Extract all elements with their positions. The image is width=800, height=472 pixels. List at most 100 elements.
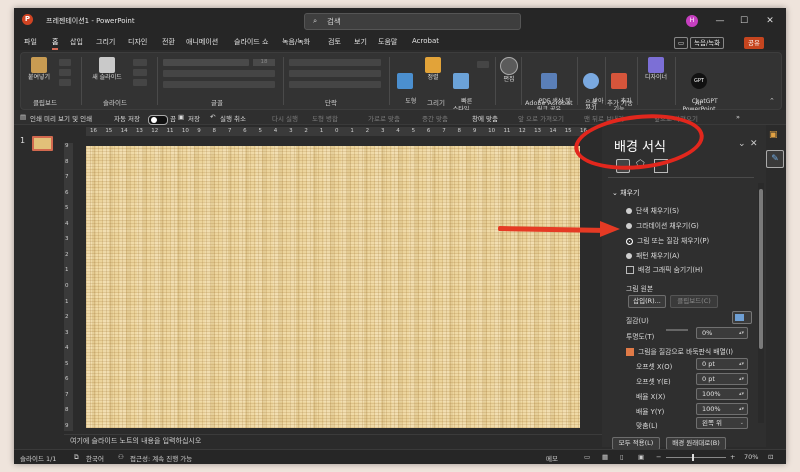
avatar[interactable]: H bbox=[686, 15, 698, 27]
tab-file[interactable]: 파일 bbox=[24, 37, 37, 47]
scale-y-input[interactable]: 100% ▴▾ bbox=[696, 403, 748, 415]
radio-solid-fill[interactable]: 단색 채우기(S) bbox=[626, 205, 679, 215]
zoom-out-icon[interactable]: − bbox=[656, 453, 661, 461]
qat-merge-shapes[interactable]: 도형 병합 bbox=[312, 113, 338, 123]
zoom-slider[interactable] bbox=[666, 457, 726, 458]
slide-canvas[interactable] bbox=[86, 146, 580, 428]
collapse-ribbon-icon[interactable]: ⌃ bbox=[769, 97, 775, 105]
format-pane-side-icon[interactable]: ✎ bbox=[766, 150, 784, 168]
shape-fill-icon[interactable] bbox=[477, 61, 489, 68]
tab-help[interactable]: 도움말 bbox=[378, 37, 397, 47]
reset-icon[interactable] bbox=[133, 69, 147, 76]
save-icon[interactable]: ▣ bbox=[178, 113, 184, 121]
close-button[interactable]: ✕ bbox=[760, 14, 780, 28]
tab-view[interactable]: 보기 bbox=[354, 37, 367, 47]
qat-more-icon[interactable]: » bbox=[736, 113, 740, 121]
minimize-button[interactable]: — bbox=[710, 14, 730, 28]
tab-review[interactable]: 검토 bbox=[328, 37, 341, 47]
section-icon[interactable] bbox=[133, 79, 147, 86]
slideshow-icon[interactable]: ▣ bbox=[638, 453, 644, 461]
pane-scrollbar-thumb[interactable] bbox=[759, 189, 763, 349]
print-preview-icon[interactable]: ▤ bbox=[20, 113, 26, 121]
font-format-row[interactable] bbox=[163, 70, 275, 77]
font-size-select[interactable]: 18 bbox=[253, 59, 275, 66]
transparency-slider[interactable] bbox=[666, 329, 688, 331]
alignment-row[interactable] bbox=[289, 70, 381, 77]
qat-redo[interactable]: 다시 실행 bbox=[272, 113, 298, 123]
qat-fit-window[interactable]: 창에 맞춤 bbox=[472, 113, 498, 123]
share-button[interactable]: 공유 bbox=[744, 37, 764, 49]
ruler-tick-label: 3 bbox=[65, 329, 69, 336]
insert-button[interactable]: 삽입(R)... bbox=[628, 295, 666, 308]
slide-thumbnail[interactable] bbox=[32, 136, 53, 151]
notes-pane[interactable]: 여기에 슬라이드 노트의 내용을 입력하십시오 bbox=[64, 434, 604, 447]
search-box[interactable]: ⌕ 검색 bbox=[304, 13, 521, 30]
group-separator bbox=[675, 57, 676, 105]
fill-section-header[interactable]: ⌄ 채우기 bbox=[612, 188, 639, 198]
radio-pattern-fill[interactable]: 패턴 채우기(A) bbox=[626, 250, 679, 260]
tab-acrobat[interactable]: Acrobat bbox=[412, 37, 439, 45]
clipboard-button[interactable]: 클립보드(C) bbox=[670, 295, 718, 308]
tab-animations[interactable]: 애니메이션 bbox=[186, 37, 218, 47]
offset-y-input[interactable]: 0 pt ▴▾ bbox=[696, 373, 748, 385]
copy-icon[interactable] bbox=[59, 69, 71, 76]
normal-view-icon[interactable]: ▭ bbox=[584, 453, 590, 461]
tab-slideshow[interactable]: 슬라이드 쇼 bbox=[234, 37, 268, 47]
paste-button[interactable]: 붙여넣기 bbox=[25, 57, 53, 82]
tab-home[interactable]: 홈 bbox=[52, 37, 59, 50]
accessibility-icon[interactable]: ⚇ bbox=[118, 453, 124, 461]
qat-align-middle[interactable]: 중간 맞춤 bbox=[422, 113, 448, 123]
cut-icon[interactable] bbox=[59, 59, 71, 66]
tile-checkbox[interactable]: 그림을 질감으로 바둑판식 배열(I) bbox=[626, 346, 733, 356]
tab-record[interactable]: 녹음/녹화 bbox=[282, 37, 310, 47]
hide-graphics-checkbox[interactable]: 배경 그래픽 숨기기(H) bbox=[626, 264, 703, 274]
qat-undo[interactable]: 실행 취소 bbox=[220, 113, 246, 123]
radio-picture-fill[interactable]: 그림 또는 질감 채우기(P) bbox=[626, 235, 709, 245]
texture-picker-button[interactable] bbox=[732, 311, 752, 324]
qat-bring-forward[interactable]: 앞 으로 가져오기 bbox=[518, 113, 564, 123]
alignment-select[interactable]: 왼쪽 위 ⌄ bbox=[696, 417, 748, 429]
ruler-tick-label: 4 bbox=[396, 128, 400, 134]
arrange-button[interactable]: 정렬 bbox=[421, 57, 445, 82]
notes-button[interactable]: 메모 bbox=[546, 453, 558, 463]
edit-button[interactable]: 편집 bbox=[499, 57, 519, 84]
pane-close-icon[interactable]: ✕ bbox=[750, 139, 758, 149]
new-slide-button[interactable]: 새 슬라이드 bbox=[87, 57, 127, 82]
slide-sorter-icon[interactable]: ▦ bbox=[602, 453, 608, 461]
texture-label: 질감(U) bbox=[626, 317, 649, 325]
zoom-slider-thumb[interactable] bbox=[692, 454, 694, 461]
scale-x-input[interactable]: 100% ▴▾ bbox=[696, 388, 748, 400]
radio-gradient-fill[interactable]: 그라데이션 채우기(G) bbox=[626, 220, 699, 230]
tab-draw[interactable]: 그리기 bbox=[96, 37, 115, 47]
text-direction-row[interactable] bbox=[289, 81, 381, 88]
designer-side-icon[interactable]: ▣ bbox=[769, 130, 783, 144]
reading-view-icon[interactable]: ▯ bbox=[620, 453, 624, 461]
shape-button[interactable]: 도형 bbox=[393, 57, 417, 114]
fit-slide-icon[interactable]: ⊡ bbox=[768, 453, 773, 461]
font-name-select[interactable] bbox=[163, 59, 249, 66]
designer-button[interactable]: 디자이너 bbox=[641, 57, 671, 82]
font-color-row[interactable] bbox=[163, 81, 275, 88]
accessibility-status[interactable]: 접근성: 계속 진행 가능 bbox=[130, 453, 192, 463]
qat-print-preview[interactable]: 인쇄 미리 보기 및 인쇄 bbox=[30, 113, 92, 123]
language-label[interactable]: 한국어 bbox=[86, 453, 104, 463]
layout-icon[interactable] bbox=[133, 59, 147, 66]
qat-save[interactable]: 저장 bbox=[188, 113, 200, 123]
maximize-button[interactable]: ☐ bbox=[734, 14, 754, 28]
comment-icon[interactable]: ▭ bbox=[674, 37, 689, 49]
pane-options-icon[interactable]: ⌄ bbox=[738, 139, 746, 149]
zoom-in-icon[interactable]: + bbox=[730, 453, 735, 461]
tab-design[interactable]: 디자인 bbox=[128, 37, 147, 47]
qat-align-horizontal[interactable]: 가로로 맞춤 bbox=[368, 113, 400, 123]
tab-insert[interactable]: 삽입 bbox=[70, 37, 83, 47]
undo-icon[interactable]: ↶ bbox=[210, 113, 215, 121]
format-painter-icon[interactable] bbox=[59, 79, 71, 86]
ruler-tick-label: 7 bbox=[442, 128, 446, 134]
bullets-row[interactable] bbox=[289, 59, 381, 66]
offset-x-input[interactable]: 0 pt ▴▾ bbox=[696, 358, 748, 370]
tab-transitions[interactable]: 전환 bbox=[162, 37, 175, 47]
transparency-input[interactable]: 0% ▴▾ bbox=[696, 327, 748, 339]
spelling-icon[interactable]: ⧉ bbox=[74, 453, 79, 462]
zoom-level[interactable]: 70% bbox=[744, 453, 758, 461]
record-button[interactable]: 녹음/녹화 bbox=[690, 37, 725, 49]
